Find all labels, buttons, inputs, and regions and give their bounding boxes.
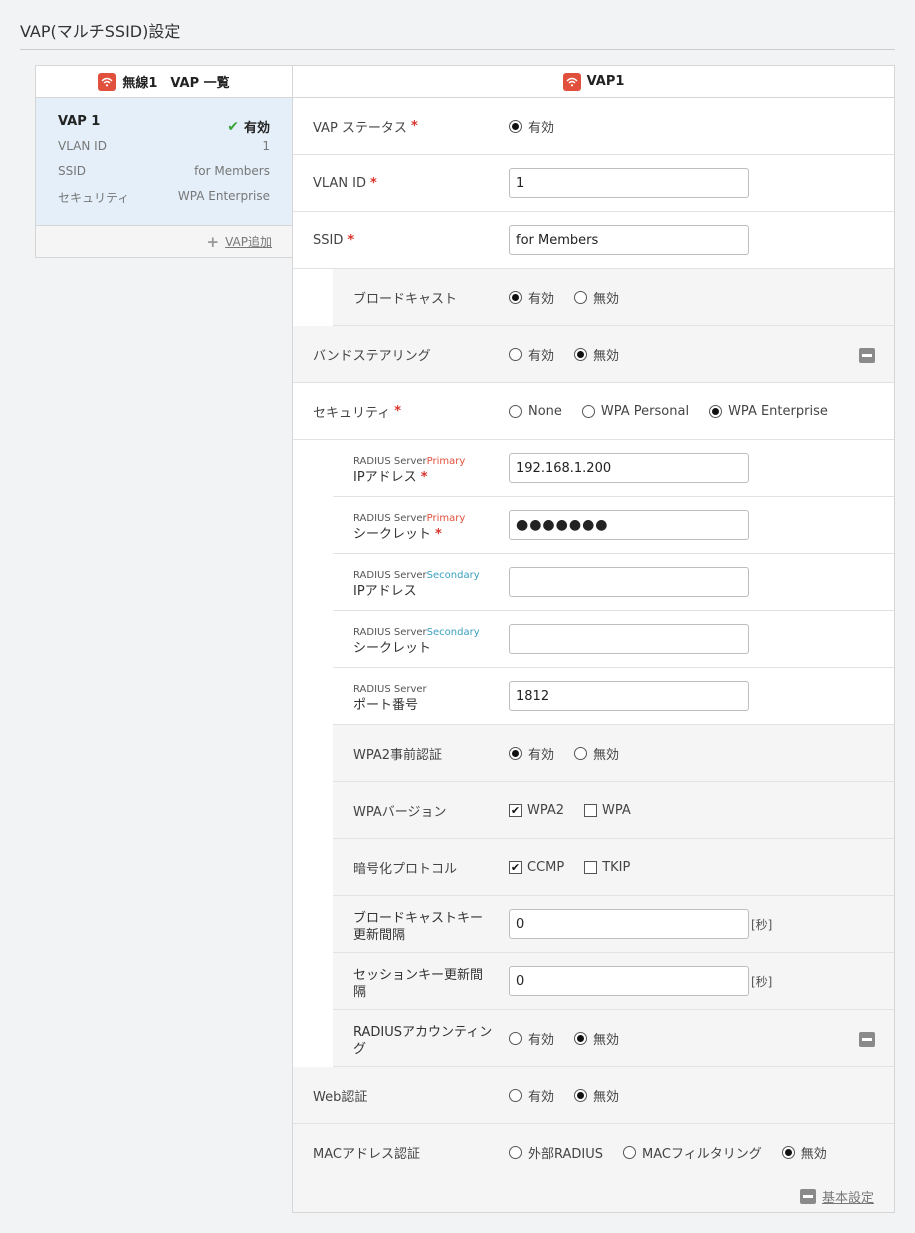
vap-detail-row: セキュリティ WPA Enterprise [58,189,270,205]
broadcast-row: ブロードキャスト 有効 無効 [333,269,894,326]
wpa2-checkbox[interactable]: ✔ WPA2 [509,803,564,818]
wpa2-preauth-row: WPA2事前認証 有効 無効 [333,725,894,782]
radius-primary-ip-row: RADIUS ServerPrimary IPアドレス * [333,440,894,497]
vap-settings-header: VAP1 [293,66,894,98]
ccmp-checkbox[interactable]: ✔ CCMP [509,860,564,875]
cipher-row: 暗号化プロトコル ✔ CCMP TKIP [333,839,894,896]
broadcast-disabled-radio[interactable]: 無効 [574,288,619,307]
radius-primary-ip-input[interactable] [509,453,749,483]
vap-name: VAP 1 [58,114,101,129]
mac-auth-row: MACアドレス認証 外部RADIUS MACフィルタリング 無効 [293,1124,894,1181]
mac-auth-disabled-radio[interactable]: 無効 [781,1143,827,1162]
security-wpa-personal-radio[interactable]: WPA Personal [581,404,689,419]
wpa-version-row: WPAバージョン ✔ WPA2 WPA [333,782,894,839]
vap-status-enabled-radio[interactable]: 有効 [509,117,554,136]
plus-icon: + [206,232,220,251]
mac-auth-filter-radio[interactable]: MACフィルタリング [623,1143,762,1162]
title-divider [20,49,895,50]
band-steering-row: バンドステアリング 有効 無効 [293,326,894,383]
radius-accounting-disabled-radio[interactable]: 無効 [574,1029,619,1048]
tkip-checkbox[interactable]: TKIP [584,860,630,875]
band-steering-disabled-radio[interactable]: 無効 [574,345,619,364]
check-icon: ✔ [227,118,239,135]
vap-detail-row: VLAN ID 1 [58,139,270,153]
page-title: VAP(マルチSSID)設定 [20,22,181,41]
session-key-interval-input[interactable] [509,966,749,996]
radius-primary-secret-input[interactable] [509,510,749,540]
radius-secondary-secret-row: RADIUS ServerSecondary シークレット [333,611,894,668]
radius-port-row: RADIUS Server ポート番号 [333,668,894,725]
security-row: セキュリティ * None WPA Personal WPA Enterprise [293,383,894,440]
broadcast-key-interval-row: ブロードキャストキー 更新間隔 [秒] [333,896,894,953]
radius-accounting-row: RADIUSアカウンティン グ 有効 無効 [333,1010,894,1067]
collapse-icon[interactable] [799,1188,816,1204]
security-none-radio[interactable]: None [509,404,562,419]
web-auth-disabled-radio[interactable]: 無効 [574,1086,619,1105]
collapse-icon[interactable] [859,1032,875,1047]
security-wpa-enterprise-radio[interactable]: WPA Enterprise [709,404,828,419]
ssid-input[interactable] [509,225,749,255]
vap-list-title: 無線1 VAP 一覧 [122,76,230,91]
radius-secondary-ip-input[interactable] [509,567,749,597]
radius-port-input[interactable] [509,681,749,711]
ssid-row: SSID * [293,212,894,269]
vap-card[interactable]: VAP 1 ✔ 有効 VLAN ID 1 SSID for Members セキュリ… [36,98,292,226]
wpa-checkbox[interactable]: WPA [584,803,631,818]
add-vap-row: + VAP追加 [36,226,292,257]
panel-footer: 基本設定 [293,1180,894,1212]
radius-primary-secret-row: RADIUS ServerPrimary シークレット * [333,497,894,554]
add-vap-link[interactable]: VAP追加 [225,233,272,250]
wpa2-preauth-disabled-radio[interactable]: 無効 [574,744,619,763]
web-auth-enabled-radio[interactable]: 有効 [509,1086,554,1105]
vap-list-panel: 無線1 VAP 一覧 VAP 1 ✔ 有効 VLAN ID 1 SSID for M… [35,65,293,258]
vap-list-header: 無線1 VAP 一覧 [36,66,292,98]
vap-settings-title: VAP1 [586,74,625,89]
mac-auth-radius-radio[interactable]: 外部RADIUS [509,1143,603,1162]
vap-status-badge: ✔ 有効 [227,118,270,137]
radius-secondary-secret-input[interactable] [509,624,749,654]
collapse-icon[interactable] [859,348,875,363]
vap-detail-row: SSID for Members [58,164,270,178]
vap-settings-panel: VAP1 VAP ステータス* 有効 VLAN ID* SSID* ブロードキャ… [292,65,895,1213]
vlan-id-row: VLAN ID * [293,155,894,212]
broadcast-key-interval-input[interactable] [509,909,749,939]
radius-accounting-enabled-radio[interactable]: 有効 [509,1029,554,1048]
band-steering-enabled-radio[interactable]: 有効 [509,345,554,364]
vlan-id-input[interactable] [509,168,749,198]
radius-secondary-ip-row: RADIUS ServerSecondary IPアドレス [333,554,894,611]
wpa2-preauth-enabled-radio[interactable]: 有効 [509,744,554,763]
wifi-icon [562,72,581,91]
vap-status-row: VAP ステータス * 有効 [293,98,894,155]
web-auth-row: Web認証 有効 無効 [293,1067,894,1124]
basic-settings-link[interactable]: 基本設定 [822,1187,874,1206]
broadcast-enabled-radio[interactable]: 有効 [509,288,554,307]
wifi-icon [98,72,117,91]
session-key-interval-row: セッションキー更新間 隔 [秒] [333,953,894,1010]
